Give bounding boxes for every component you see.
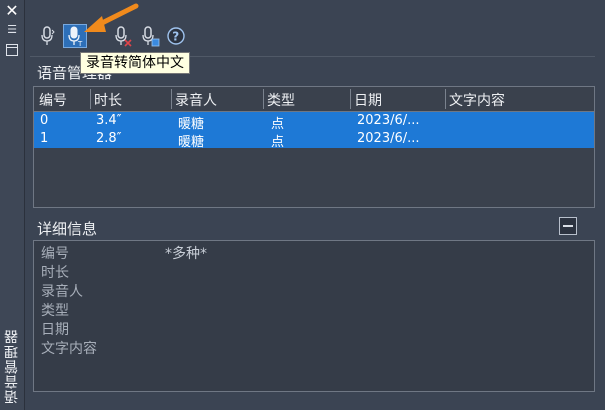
- close-icon[interactable]: ✕: [4, 3, 20, 19]
- details-title: 详细信息: [37, 220, 98, 238]
- column-header-id[interactable]: 编号: [39, 90, 67, 110]
- detail-label-date: 日期: [41, 322, 69, 338]
- detail-label-id: 编号: [41, 246, 69, 262]
- menu-icon[interactable]: ☰: [6, 24, 18, 36]
- svg-text:?: ?: [172, 30, 179, 44]
- collapse-button[interactable]: [559, 217, 577, 235]
- detail-label-text: 文字内容: [41, 341, 97, 357]
- export-recording-button[interactable]: [139, 24, 161, 48]
- pointer-arrow-icon: [84, 3, 139, 32]
- tooltip: 录音转简体中文: [80, 52, 190, 74]
- column-separator[interactable]: [445, 89, 446, 109]
- microphone-export-icon: [142, 26, 160, 47]
- column-separator[interactable]: [171, 89, 172, 109]
- detail-label-recorder: 录音人: [41, 284, 83, 300]
- svg-text:T: T: [77, 40, 83, 48]
- vertical-panel-title: 语音管理器: [4, 329, 20, 404]
- microphone-icon: [41, 26, 55, 45]
- detail-label-type: 类型: [41, 303, 69, 319]
- table-row[interactable]: 1 2.8″ 暖糖 点 2023/6/...: [34, 130, 594, 150]
- column-header-recorder[interactable]: 录音人: [175, 90, 217, 110]
- column-separator[interactable]: [90, 89, 91, 109]
- table-row[interactable]: 0 3.4″ 暖糖 点 2023/6/...: [34, 112, 594, 132]
- column-header-type[interactable]: 类型: [267, 90, 295, 110]
- column-separator[interactable]: [263, 89, 264, 109]
- detail-value-id: *多种*: [165, 246, 207, 262]
- help-button[interactable]: ?: [165, 24, 187, 48]
- detail-label-duration: 时长: [41, 265, 69, 281]
- column-header-duration[interactable]: 时长: [94, 90, 122, 110]
- column-header-date[interactable]: 日期: [354, 90, 382, 110]
- window-icon[interactable]: [6, 44, 18, 56]
- column-separator[interactable]: [350, 89, 351, 109]
- column-header-text[interactable]: 文字内容: [449, 90, 505, 110]
- help-icon: ?: [167, 27, 185, 45]
- record-button[interactable]: [36, 24, 58, 48]
- details-panel: 编号 *多种* 时长 录音人 类型 日期 文字内容: [33, 240, 595, 392]
- side-strip: ✕ ☰ 语音管理器: [0, 0, 25, 410]
- recordings-table: 编号 时长 录音人 类型 日期 文字内容 0 3.4″ 暖糖 点 2023/6/…: [33, 86, 595, 208]
- table-header: 编号 时长 录音人 类型 日期 文字内容: [34, 87, 594, 112]
